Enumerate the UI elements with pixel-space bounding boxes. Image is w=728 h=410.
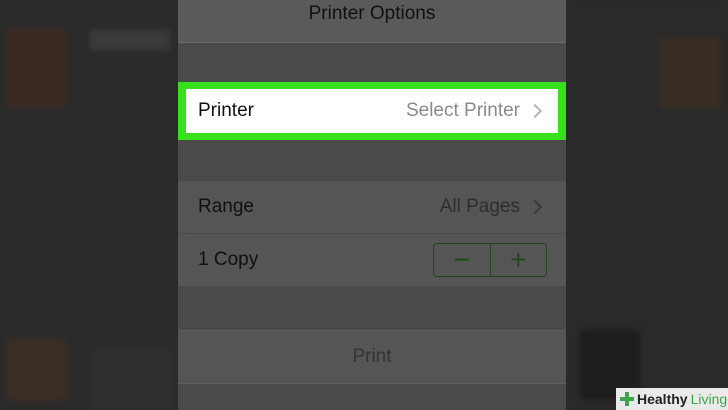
- watermark-brand-1: Healthy: [637, 391, 688, 407]
- printer-row[interactable]: Printer Select Printer: [186, 89, 558, 133]
- printer-options-dialog: Printer Options Range All Pages 1 Copy −…: [178, 0, 566, 410]
- watermark-logo: Healthy Living: [616, 388, 728, 410]
- print-button-label: Print: [352, 346, 392, 367]
- watermark-brand-2: Living: [690, 391, 728, 407]
- printer-label: Printer: [198, 100, 254, 121]
- decrement-button[interactable]: −: [434, 244, 490, 276]
- copies-stepper: − +: [433, 243, 547, 277]
- dialog-title: Printer Options: [308, 3, 436, 24]
- printer-row-highlight: Printer Select Printer: [178, 82, 566, 140]
- range-value: All Pages: [439, 196, 520, 217]
- background-left-thumb-1: [6, 28, 66, 108]
- range-label: Range: [198, 196, 254, 217]
- background-left-thumb-4: [92, 350, 172, 410]
- background-left-thumb-2: [90, 30, 170, 50]
- range-row[interactable]: Range All Pages: [178, 181, 566, 233]
- background-right-thumb-1: [660, 38, 720, 108]
- print-button[interactable]: Print: [178, 330, 566, 384]
- chevron-right-icon: [527, 103, 543, 119]
- increment-button[interactable]: +: [489, 244, 547, 276]
- printer-value: Select Printer: [405, 100, 520, 121]
- copies-row: 1 Copy − +: [178, 234, 566, 286]
- background-left-thumb-3: [6, 340, 66, 400]
- plus-cross-icon: [620, 392, 634, 406]
- chevron-right-icon: [527, 199, 543, 215]
- copies-label: 1 Copy: [198, 249, 259, 270]
- dialog-header: Printer Options: [178, 0, 566, 43]
